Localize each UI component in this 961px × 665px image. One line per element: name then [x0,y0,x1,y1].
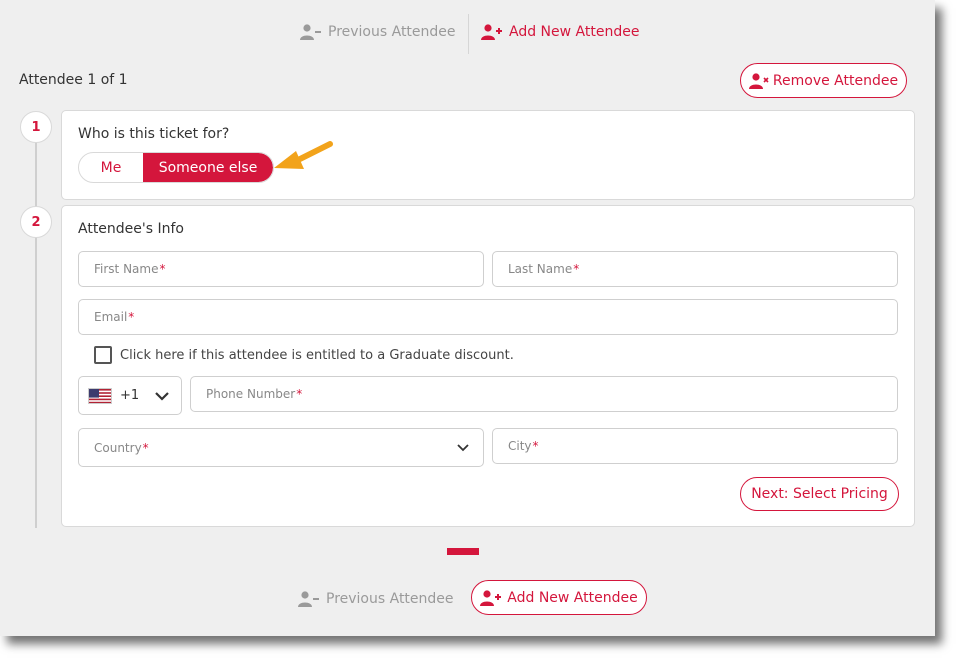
required-marker: * [128,310,135,324]
previous-attendee-label: Previous Attendee [328,24,456,40]
ticket-for-card: Who is this ticket for? Me Someone else [61,110,915,200]
phone-number-field[interactable]: Phone Number * [190,376,898,412]
arrow-icon [274,141,333,169]
attendee-info-card: Attendee's Info First Name * Last Name * E… [61,205,915,527]
user-minus-icon [298,591,319,607]
first-name-placeholder: First Name [94,262,159,276]
required-marker: * [296,387,303,401]
registration-panel: Previous Attendee Add New Attendee Atten… [0,0,935,636]
email-placeholder: Email [94,310,128,324]
ticket-question: Who is this ticket for? [78,126,230,142]
add-new-attendee-link[interactable]: Add New Attendee [481,24,639,40]
graduate-discount-checkbox[interactable] [94,346,112,364]
city-field[interactable]: City * [492,428,898,464]
phone-placeholder: Phone Number [206,387,296,401]
toggle-me-option[interactable]: Me [79,153,143,182]
user-minus-icon [300,24,321,40]
user-plus-icon [481,24,502,40]
user-x-icon [748,72,769,89]
graduate-discount-label: Click here if this attendee is entitled … [120,347,514,363]
graduate-discount-row: Click here if this attendee is entitled … [94,346,514,364]
add-new-attendee-button-bottom[interactable]: Add New Attendee [471,580,647,615]
last-name-field[interactable]: Last Name * [492,251,898,287]
previous-attendee-link-bottom[interactable]: Previous Attendee [298,591,454,607]
previous-attendee-label: Previous Attendee [326,591,454,607]
chevron-down-icon [155,392,169,401]
country-code-select[interactable]: +1 [78,376,182,415]
nav-divider [468,14,469,54]
first-name-field[interactable]: First Name * [78,251,484,287]
required-marker: * [159,262,166,276]
country-placeholder: Country [94,440,142,455]
remove-attendee-label: Remove Attendee [772,72,899,89]
attendee-count: Attendee 1 of 1 [19,72,128,88]
dial-code: +1 [120,388,140,403]
required-marker: * [142,440,149,455]
email-field[interactable]: Email * [78,299,898,335]
top-nav: Previous Attendee Add New Attendee [0,14,935,54]
toggle-someone-else-option[interactable]: Someone else [143,153,273,182]
city-placeholder: City [508,439,532,453]
us-flag-icon [88,387,112,404]
progress-indicator [447,548,479,555]
country-select[interactable]: Country * [78,428,484,467]
step-rail [35,140,37,528]
remove-attendee-button[interactable]: Remove Attendee [740,63,907,98]
previous-attendee-link[interactable]: Previous Attendee [300,24,456,40]
ticket-for-toggle: Me Someone else [78,152,274,183]
last-name-placeholder: Last Name [508,262,573,276]
step-number-1: 1 [20,111,52,143]
next-select-pricing-button[interactable]: Next: Select Pricing [740,477,899,511]
chevron-down-icon [457,444,469,452]
add-new-attendee-label: Add New Attendee [507,589,638,606]
required-marker: * [573,262,580,276]
add-new-attendee-label: Add New Attendee [509,24,640,40]
user-plus-icon [480,589,502,606]
step-number-2: 2 [20,206,52,238]
attendee-info-title: Attendee's Info [78,221,184,237]
required-marker: * [532,439,539,453]
